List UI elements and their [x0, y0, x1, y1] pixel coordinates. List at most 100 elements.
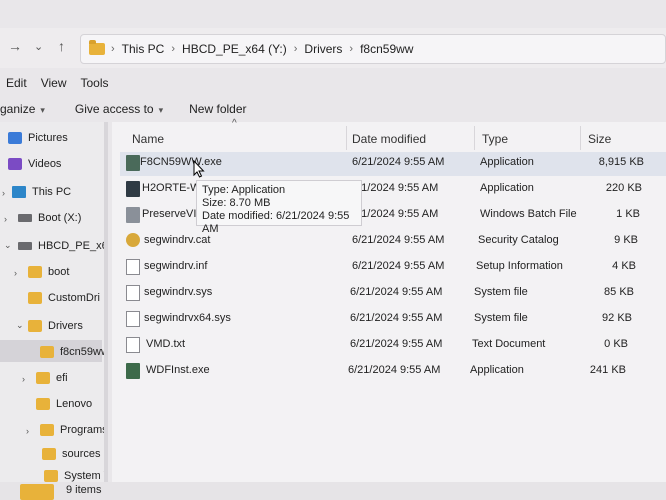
nav-item-videos[interactable]: Videos: [8, 154, 61, 174]
breadcrumb-this-pc[interactable]: This PC: [122, 42, 165, 56]
column-header-size[interactable]: Size: [588, 126, 611, 152]
recent-locations-chevron-icon[interactable]: ⌄: [34, 40, 43, 53]
new-folder-button[interactable]: New folder: [189, 102, 246, 116]
chevron-right-icon[interactable]: ›: [171, 43, 175, 55]
nav-label: Lenovo: [56, 398, 93, 410]
nav-item-customdri-folder[interactable]: CustomDri: [28, 288, 100, 308]
text-document-icon: [126, 337, 140, 353]
file-size: 220 KB: [605, 182, 642, 194]
file-row[interactable]: segwindrvx64.sys 6/21/2024 9:55 AM Syste…: [120, 308, 666, 332]
back-arrow-icon[interactable]: →: [8, 38, 22, 54]
folder-icon: [28, 266, 42, 278]
file-type: Application: [470, 364, 524, 376]
column-divider[interactable]: [346, 126, 347, 150]
expand-chevron-icon[interactable]: ›: [4, 214, 7, 224]
chevron-right-icon[interactable]: ›: [294, 43, 298, 55]
nav-item-f8cn59ww-folder[interactable]: f8cn59ww: [40, 342, 106, 362]
file-type: Application: [480, 182, 534, 194]
chevron-right-icon[interactable]: ›: [349, 43, 353, 55]
folder-icon: [40, 346, 54, 358]
batch-file-icon: [126, 207, 140, 223]
file-row[interactable]: segwindrv.inf 6/21/2024 9:55 AM Setup In…: [120, 256, 666, 280]
exe-icon: [126, 155, 140, 171]
menu-view[interactable]: View: [41, 76, 67, 96]
file-date: /21/2024 9:55 AM: [352, 182, 439, 194]
collapse-chevron-icon[interactable]: ⌄: [4, 240, 12, 251]
nav-item-hbcd-drive[interactable]: HBCD_PE_x6: [18, 236, 106, 256]
nav-item-system-volume-folder[interactable]: System Vol: [44, 466, 106, 482]
breadcrumb-current-folder[interactable]: f8cn59ww: [360, 42, 413, 56]
organize-button[interactable]: ganize ▾: [0, 102, 45, 116]
expand-chevron-icon[interactable]: ›: [26, 426, 29, 436]
exe-icon: [126, 181, 140, 197]
file-row[interactable]: VMD.txt 6/21/2024 9:55 AM Text Document …: [120, 334, 666, 358]
nav-label: Videos: [28, 158, 62, 170]
chevron-down-icon: ▾: [158, 105, 164, 115]
file-type: Security Catalog: [478, 234, 559, 246]
file-name: segwindrv.inf: [144, 260, 208, 272]
file-date: 6/21/2024 9:55 AM: [352, 260, 445, 272]
nav-item-lenovo-folder[interactable]: Lenovo: [36, 394, 92, 414]
column-header-type[interactable]: Type: [482, 126, 508, 152]
nav-item-boot-drive[interactable]: Boot (X:): [18, 208, 81, 228]
address-row: → ⌄ ↑ › This PC › HBCD_PE_x64 (Y:) › Dri…: [0, 28, 666, 68]
nav-label: System Vol: [64, 470, 106, 482]
nav-label: CustomDri: [48, 292, 100, 304]
sort-ascending-chevron-icon: ^: [232, 118, 237, 129]
chevron-down-icon: ▾: [40, 105, 45, 115]
expand-chevron-icon[interactable]: ›: [14, 268, 17, 278]
menu-tools[interactable]: Tools: [80, 76, 108, 96]
computer-icon: [12, 186, 26, 198]
column-divider[interactable]: [580, 126, 581, 150]
organize-label: ganize: [0, 102, 36, 116]
folder-icon: [28, 320, 42, 332]
videos-icon: [8, 158, 22, 170]
give-access-label: Give access to: [74, 102, 154, 116]
expand-chevron-icon[interactable]: ›: [2, 188, 5, 198]
breadcrumb-drive[interactable]: HBCD_PE_x64 (Y:): [182, 42, 287, 56]
file-type: Setup Information: [476, 260, 563, 272]
nav-item-programs-folder[interactable]: Programs: [40, 420, 106, 440]
folder-icon: [44, 470, 58, 482]
chevron-right-icon[interactable]: ›: [111, 43, 115, 55]
item-count: 9 items: [66, 484, 102, 496]
file-row[interactable]: segwindrv.sys 6/21/2024 9:55 AM System f…: [120, 282, 666, 306]
address-bar[interactable]: › This PC › HBCD_PE_x64 (Y:) › Drivers ›…: [80, 34, 666, 64]
column-header-date-modified[interactable]: Date modified: [352, 126, 426, 152]
file-size: 0 KB: [604, 338, 628, 350]
up-arrow-icon[interactable]: ↑: [58, 38, 65, 54]
file-name: VMD.txt: [146, 338, 186, 350]
nav-item-sources-folder[interactable]: sources: [42, 444, 101, 464]
menu-bar: Edit View Tools: [0, 76, 666, 96]
menu-edit[interactable]: Edit: [6, 76, 27, 96]
mouse-cursor-icon: [193, 160, 205, 178]
folder-icon: [89, 40, 105, 55]
navigation-pane-scrollbar[interactable]: [104, 122, 108, 482]
file-type: System file: [474, 286, 528, 298]
folder-icon: [20, 484, 54, 500]
tooltip-type: Type: Application: [202, 184, 286, 196]
file-row[interactable]: WDFInst.exe 6/21/2024 9:55 AM Applicatio…: [120, 360, 666, 384]
file-date: 6/21/2024 9:55 AM: [352, 156, 445, 168]
nav-item-drivers-folder[interactable]: Drivers: [28, 316, 83, 336]
collapse-chevron-icon[interactable]: ⌄: [16, 320, 24, 331]
tooltip-size: Size: 8.70 MB: [202, 197, 271, 209]
nav-item-boot-folder[interactable]: boot: [28, 262, 69, 282]
nav-label: Drivers: [48, 320, 83, 332]
expand-chevron-icon[interactable]: ›: [22, 374, 25, 384]
column-divider[interactable]: [474, 126, 475, 150]
file-date: 6/21/2024 9:55 AM: [350, 312, 443, 324]
file-size: 4 KB: [612, 260, 636, 272]
exe-icon: [126, 363, 140, 379]
nav-item-efi-folder[interactable]: efi: [36, 368, 68, 388]
column-header-name[interactable]: Name: [132, 126, 164, 152]
give-access-button[interactable]: Give access to ▾: [75, 102, 163, 116]
file-size: 8,915 KB: [598, 156, 644, 168]
nav-item-pictures[interactable]: Pictures: [8, 128, 68, 148]
breadcrumb-drivers[interactable]: Drivers: [304, 42, 342, 56]
file-type: System file: [474, 312, 528, 324]
file-size: 241 KB: [589, 364, 626, 376]
nav-label: sources: [62, 448, 101, 460]
nav-item-this-pc[interactable]: This PC: [12, 182, 71, 202]
setup-information-icon: [126, 259, 140, 275]
